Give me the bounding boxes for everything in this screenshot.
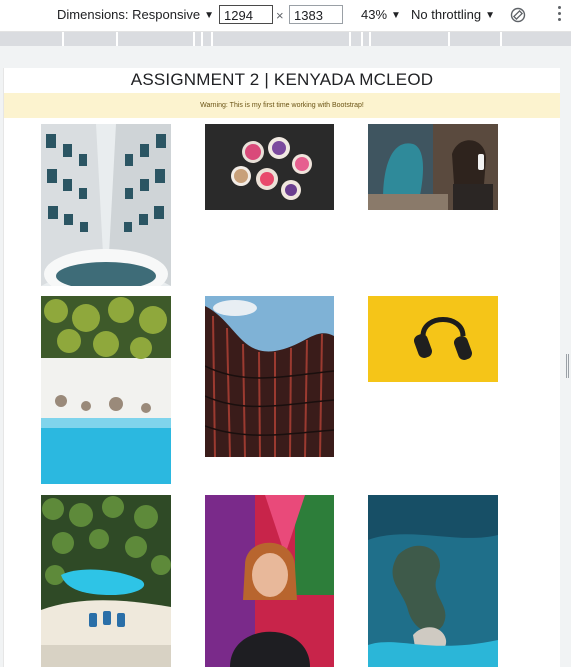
more-options-icon[interactable] [558,6,562,24]
gallery-image-palm-beach [41,296,171,484]
gallery-image-reef [368,495,498,667]
gallery-image-mural [368,124,498,210]
warning-alert: Warning: This is my first time working w… [4,93,560,118]
zoom-label: 43% [361,7,388,22]
page-title: ASSIGNMENT 2 | KENYADA MCLEOD [130,70,434,89]
media-query-bar[interactable] [0,32,571,46]
page-viewport: ASSIGNMENT 2 | KENYADA MCLEOD Warning: T… [3,68,560,667]
rotate-icon[interactable] [510,7,526,23]
dimensions-label: Dimensions: Responsive [57,7,201,22]
height-input[interactable]: 1383 [289,5,343,24]
throttling-dropdown[interactable]: No throttling ▼ [411,7,495,22]
chevron-down-icon: ▼ [204,10,214,21]
gallery-image-donuts [205,124,334,210]
zoom-dropdown[interactable]: 43% ▼ [361,7,401,22]
throttling-label: No throttling [411,7,482,22]
device-toolbar: Dimensions: Responsive ▼ 1294 × 1383 43% ▼… [0,0,571,32]
dimensions-dropdown[interactable]: Dimensions: Responsive ▼ [57,7,214,22]
gallery-image-boy-graffiti [205,495,334,667]
gallery-image-headphones [368,296,498,382]
gallery-image-building [41,124,171,286]
chevron-down-icon: ▼ [391,10,401,21]
width-input[interactable]: 1294 [219,5,273,24]
chevron-down-icon: ▼ [485,10,495,21]
gallery-image-curved-building [205,296,334,457]
gallery-image-lagoon [41,495,171,667]
times-symbol: × [276,8,284,23]
resize-handle[interactable] [566,354,569,378]
